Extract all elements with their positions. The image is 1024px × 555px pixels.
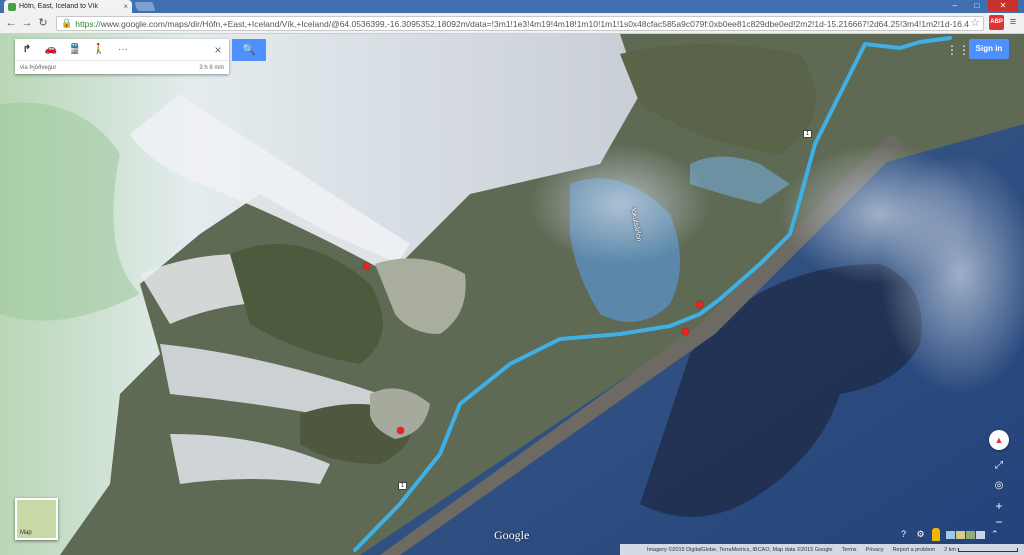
map-view-label: Map xyxy=(20,530,32,536)
report-problem-link[interactable]: Report a problem xyxy=(893,547,936,553)
route-summary[interactable]: via Þjóðvegur 3 h 8 min xyxy=(15,61,229,74)
close-directions-icon[interactable]: × xyxy=(207,43,229,57)
route-shield: 1 xyxy=(803,130,812,138)
imagery-layers[interactable] xyxy=(946,530,985,539)
tilt-icon[interactable]: ⤢ xyxy=(991,458,1007,474)
sign-in-button[interactable]: Sign in xyxy=(969,39,1009,59)
settings-icon[interactable]: ⚙ xyxy=(915,529,926,540)
new-tab-button[interactable] xyxy=(134,2,156,11)
zoom-in-button[interactable]: + xyxy=(991,498,1007,514)
google-logo: Google xyxy=(494,528,530,542)
maps-favicon-icon xyxy=(8,2,16,11)
forward-button[interactable]: → xyxy=(20,16,34,30)
map-canvas[interactable]: 1 1 Jökulsárlón ↱ 🚗 🚆 🚶 ··· × via Þjóðve… xyxy=(0,34,1024,555)
map-view-toggle[interactable]: Map xyxy=(15,498,58,540)
pegman-icon[interactable] xyxy=(932,528,940,541)
map-controls: ▲ ⤢ ◎ + − xyxy=(988,430,1010,530)
directions-panel: ↱ 🚗 🚆 🚶 ··· × via Þjóðvegur 3 h 8 min xyxy=(15,39,229,74)
search-button[interactable]: 🔍 xyxy=(232,39,266,61)
scale-bar[interactable]: 2 km xyxy=(944,547,1018,553)
reload-button[interactable]: ↻ xyxy=(36,16,50,30)
browser-toolbar: ← → ↻ 🔒 https:// www.google.com/maps/dir… xyxy=(0,13,1024,34)
tab-title: Höfn, East, Iceland to Vík xyxy=(19,3,98,10)
route-via: via Þjóðvegur xyxy=(20,64,57,71)
scale-label: 2 km xyxy=(944,546,956,553)
poi-marker[interactable] xyxy=(682,328,689,335)
privacy-link[interactable]: Privacy xyxy=(866,547,884,553)
browser-tab-bar: Höfn, East, Iceland to Vík × – □ ✕ xyxy=(0,0,1024,13)
scale-line xyxy=(958,547,1018,552)
travel-mode-row: ↱ 🚗 🚆 🚶 ··· × xyxy=(15,39,229,61)
lock-icon: 🔒 xyxy=(61,18,73,28)
car-mode-icon[interactable]: 🚗 xyxy=(39,39,63,61)
bookmark-star-icon[interactable]: ☆ xyxy=(970,16,980,29)
adblock-extension-icon[interactable]: ABP xyxy=(989,15,1004,30)
zoom-control: + − xyxy=(991,498,1007,530)
tab-close-icon[interactable]: × xyxy=(123,2,128,11)
directions-icon[interactable]: ↱ xyxy=(15,39,39,61)
bottom-tools: ? ⚙ ⌃ xyxy=(898,528,999,541)
map-footer: Imagery ©2015 DigitalGlobe, TerraMetrics… xyxy=(620,544,1024,555)
terms-link[interactable]: Terms xyxy=(842,547,857,553)
poi-marker[interactable] xyxy=(696,301,703,308)
poi-marker[interactable] xyxy=(363,263,370,270)
expand-icon[interactable]: ⌃ xyxy=(991,529,999,540)
close-window-button[interactable]: ✕ xyxy=(988,0,1018,11)
satellite-imagery xyxy=(0,34,1024,555)
imagery-attribution: Imagery ©2015 DigitalGlobe, TerraMetrics… xyxy=(646,546,833,553)
poi-marker[interactable] xyxy=(397,427,404,434)
more-modes-icon[interactable]: ··· xyxy=(111,39,135,61)
minimize-button[interactable]: – xyxy=(944,0,966,11)
route-time: 3 h 8 min xyxy=(199,64,224,71)
my-location-icon[interactable]: ◎ xyxy=(991,478,1007,494)
walk-mode-icon[interactable]: 🚶 xyxy=(87,39,111,61)
address-bar[interactable]: 🔒 https:// www.google.com/maps/dir/Höfn,… xyxy=(56,16,984,31)
help-icon[interactable]: ? xyxy=(898,529,909,540)
apps-grid-icon[interactable]: ⋮⋮⋮ xyxy=(946,42,982,58)
compass-icon[interactable]: ▲ xyxy=(989,430,1009,450)
route-shield: 1 xyxy=(398,482,407,490)
browser-tab[interactable]: Höfn, East, Iceland to Vík × xyxy=(4,0,132,13)
url-scheme: https:// xyxy=(75,18,101,29)
maximize-button[interactable]: □ xyxy=(966,0,988,11)
url-text: www.google.com/maps/dir/Höfn,+East,+Icel… xyxy=(100,18,969,29)
back-button[interactable]: ← xyxy=(4,16,18,30)
browser-menu-icon[interactable]: ≡ xyxy=(1007,15,1019,29)
transit-mode-icon[interactable]: 🚆 xyxy=(63,39,87,61)
window-controls: – □ ✕ xyxy=(944,0,1018,11)
